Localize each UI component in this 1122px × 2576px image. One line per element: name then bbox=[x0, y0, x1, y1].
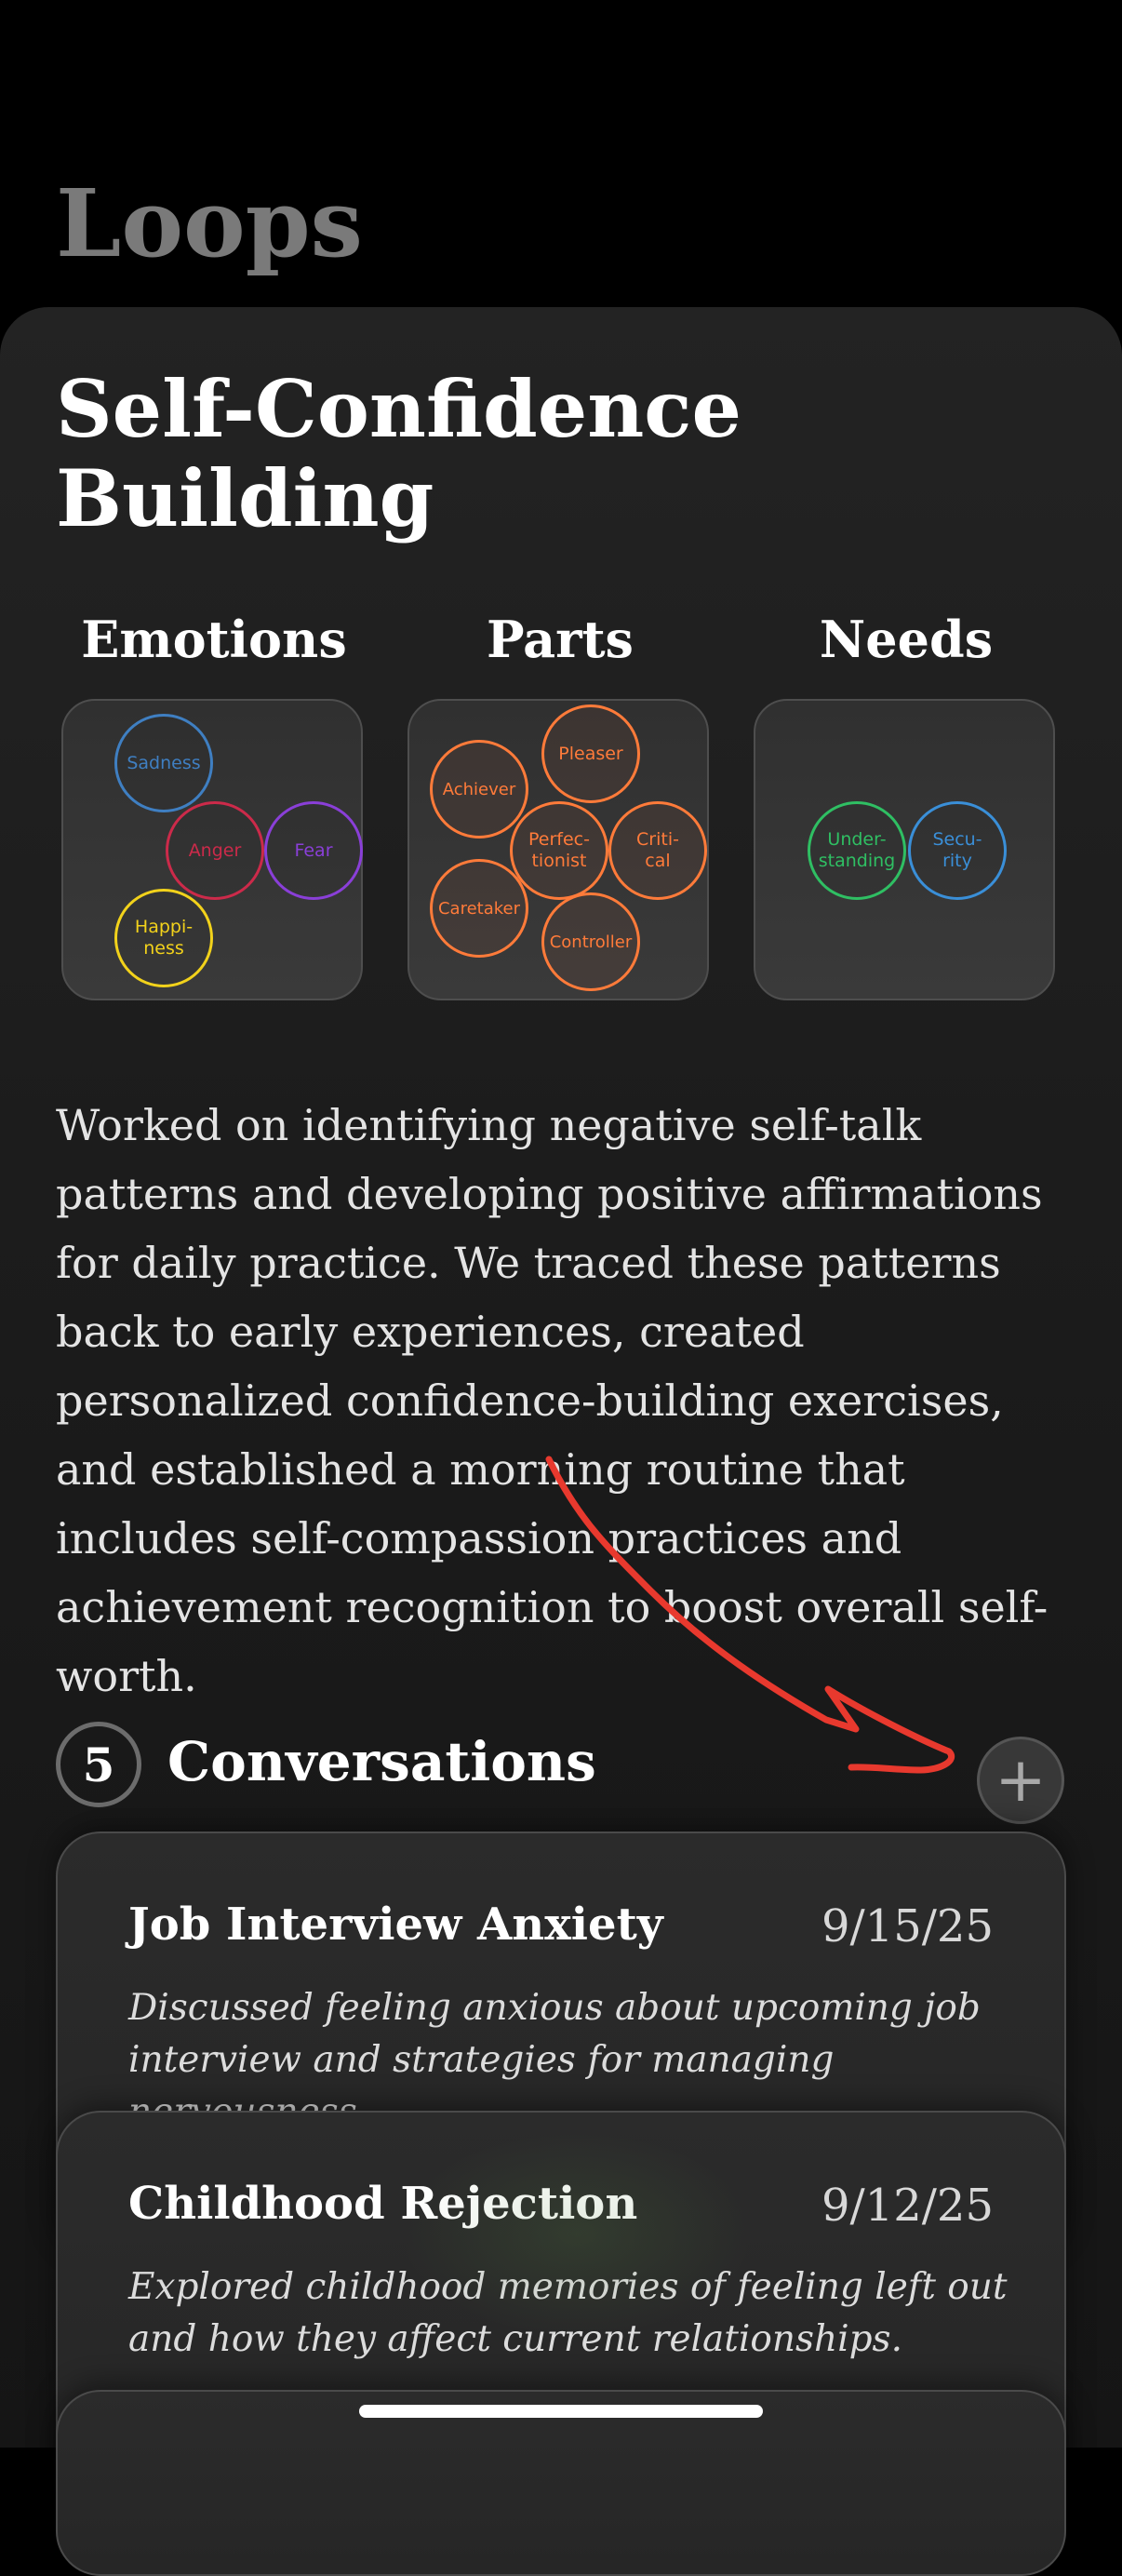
emotion-bubble-happiness: Happi-ness bbox=[114, 889, 213, 987]
plus-icon: + bbox=[995, 1744, 1047, 1816]
add-conversation-button[interactable]: + bbox=[977, 1737, 1064, 1824]
emotions-card[interactable]: Sadness Anger Fear Happi-ness bbox=[61, 699, 363, 1000]
conversation-title: Job Interview Anxiety bbox=[128, 1898, 663, 1951]
loop-title-line1: Self-Confidence bbox=[56, 363, 741, 455]
emotion-bubble-fear: Fear bbox=[264, 801, 363, 900]
conversation-date: 9/12/25 bbox=[821, 2180, 994, 2232]
part-bubble-perfectionist: Perfec-tionist bbox=[510, 801, 608, 900]
conversation-title: Childhood Rejection bbox=[128, 2178, 638, 2230]
part-bubble-achiever: Achiever bbox=[430, 740, 528, 839]
emotion-bubble-sadness: Sadness bbox=[114, 714, 213, 812]
parts-card[interactable]: Pleaser Achiever Perfec-tionist Criti-ca… bbox=[407, 699, 709, 1000]
emotion-bubble-anger: Anger bbox=[166, 801, 264, 900]
part-bubble-controller: Controller bbox=[541, 892, 640, 991]
loop-title: Self-Confidence Building bbox=[56, 365, 986, 543]
part-bubble-critical: Criti-cal bbox=[608, 801, 707, 900]
conversation-date: 9/15/25 bbox=[821, 1900, 994, 1952]
parts-heading: Parts bbox=[487, 610, 634, 669]
home-indicator[interactable] bbox=[359, 2405, 763, 2418]
emotions-heading: Emotions bbox=[81, 610, 347, 669]
conversations-heading: Conversations bbox=[167, 1730, 596, 1793]
part-bubble-caretaker: Caretaker bbox=[430, 859, 528, 958]
need-bubble-understanding: Under-standing bbox=[808, 801, 906, 900]
need-bubble-security: Secu-rity bbox=[908, 801, 1007, 900]
app-title: Loops bbox=[56, 168, 363, 278]
conversation-count-badge: 5 bbox=[56, 1722, 141, 1807]
part-bubble-pleaser: Pleaser bbox=[541, 704, 640, 803]
conversation-description: Explored childhood memories of feeling l… bbox=[128, 2266, 1008, 2360]
loop-title-line2: Building bbox=[56, 452, 434, 544]
needs-card[interactable]: Under-standing Secu-rity bbox=[754, 699, 1055, 1000]
conversation-card-peek[interactable] bbox=[56, 2390, 1066, 2576]
needs-heading: Needs bbox=[819, 610, 994, 669]
loop-summary: Worked on identifying negative self-talk… bbox=[56, 1100, 1049, 1701]
